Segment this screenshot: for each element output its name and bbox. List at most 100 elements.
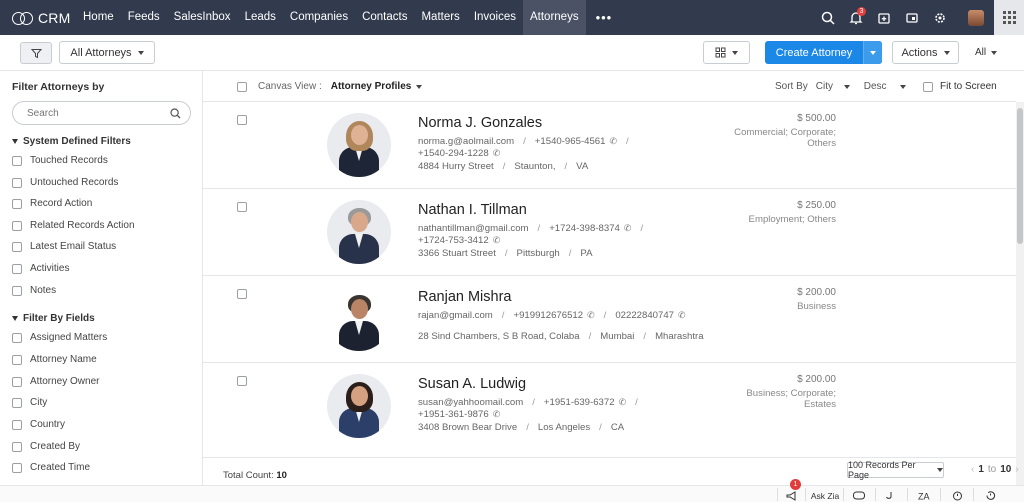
nav-feeds[interactable]: Feeds (121, 0, 167, 35)
record-checkbox[interactable] (237, 289, 247, 299)
filter-attorney-owner[interactable]: Attorney Owner (12, 376, 99, 387)
record-email[interactable]: rajan@gmail.com (418, 310, 493, 321)
checkbox[interactable] (12, 220, 22, 231)
nav-salesinbox[interactable]: SalesInbox (167, 0, 238, 35)
checkbox[interactable] (12, 155, 22, 166)
gear-icon[interactable] (928, 6, 952, 30)
filter-untouched-records[interactable]: Untouched Records (12, 177, 118, 188)
hook-icon[interactable] (884, 489, 898, 502)
record-name[interactable]: Ranjan Mishra (418, 289, 512, 305)
gamepad-icon[interactable] (852, 489, 866, 502)
record-name[interactable]: Norma J. Gonzales (418, 115, 542, 131)
record-checkbox[interactable] (237, 202, 247, 212)
checkbox[interactable] (12, 441, 22, 452)
next-page-icon[interactable]: › (1015, 464, 1018, 475)
sort-order-dropdown[interactable]: Desc (858, 81, 907, 92)
record-email[interactable]: norma.g@aolmail.com (418, 136, 514, 147)
records-scrollbar[interactable] (1016, 102, 1024, 485)
filter-toggle-button[interactable] (20, 42, 52, 64)
record-mobile[interactable]: +1951-361-9876 (418, 409, 489, 420)
filter-touched-records[interactable]: Touched Records (12, 155, 108, 166)
search-icon[interactable] (170, 107, 181, 119)
checkbox[interactable] (12, 263, 22, 274)
checkbox[interactable] (12, 354, 22, 365)
history-icon[interactable] (983, 489, 997, 502)
nav-invoices[interactable]: Invoices (467, 0, 523, 35)
search-icon[interactable] (816, 6, 840, 30)
checkbox[interactable] (12, 198, 22, 209)
view-filter-dropdown[interactable]: All Attorneys (59, 41, 155, 64)
megaphone-icon[interactable] (784, 489, 798, 502)
bell-icon[interactable]: 3 (844, 6, 868, 30)
checkbox[interactable] (923, 81, 933, 92)
brand[interactable]: CRM (0, 10, 76, 26)
app-grid-icon[interactable] (994, 0, 1024, 35)
nav-contacts[interactable]: Contacts (355, 0, 414, 35)
filter-record-action[interactable]: Record Action (12, 198, 92, 209)
record-card[interactable]: Norma J. Gonzales norma.g@aolmail.com / +… (203, 102, 1016, 189)
filter-created-by[interactable]: Created By (12, 441, 80, 452)
filter-attorney-name[interactable]: Attorney Name (12, 354, 97, 365)
record-card[interactable]: Ranjan Mishra rajan@gmail.com / +91991267… (203, 276, 1016, 363)
nav-attorneys[interactable]: Attorneys (523, 0, 586, 35)
filter-related-records-action[interactable]: Related Records Action (12, 220, 135, 231)
nav-companies[interactable]: Companies (283, 0, 355, 35)
record-mobile[interactable]: +1540-294-1228 (418, 148, 489, 159)
window-icon[interactable] (900, 6, 924, 30)
record-phone[interactable]: +1724-398-8374 (549, 223, 620, 234)
nav-home[interactable]: Home (76, 0, 121, 35)
record-email[interactable]: nathantillman@gmail.com (418, 223, 529, 234)
checkbox[interactable] (12, 376, 22, 387)
record-mobile[interactable]: +1724-753-3412 (418, 235, 489, 246)
fit-to-screen-toggle[interactable]: Fit to Screen (923, 81, 997, 92)
prev-page-icon[interactable]: ‹ (971, 464, 974, 475)
checkbox[interactable] (12, 397, 22, 408)
filter-assigned-matters[interactable]: Assigned Matters (12, 332, 107, 343)
checkbox[interactable] (12, 285, 22, 296)
create-attorney-dropdown[interactable] (863, 41, 882, 64)
all-selector[interactable]: All (975, 47, 998, 58)
system-filters-section[interactable]: System Defined Filters (12, 136, 131, 147)
chevron-down-icon[interactable] (416, 84, 423, 89)
checkbox[interactable] (12, 462, 22, 473)
sidebar-search-input[interactable] (27, 107, 167, 119)
field-filters-section[interactable]: Filter By Fields (12, 313, 95, 324)
checkbox[interactable] (12, 241, 22, 252)
nav-leads[interactable]: Leads (238, 0, 283, 35)
record-checkbox[interactable] (237, 115, 247, 125)
actions-button[interactable]: Actions (892, 41, 959, 64)
add-calendar-icon[interactable] (872, 6, 896, 30)
records-per-page-dropdown[interactable]: 100 Records Per Page (847, 460, 944, 480)
filter-latest-email-status[interactable]: Latest Email Status (12, 241, 116, 252)
checkbox[interactable] (12, 177, 22, 188)
scrollbar-thumb[interactable] (1017, 108, 1023, 244)
record-phone[interactable]: +1951-639-6372 (544, 397, 615, 408)
record-phone[interactable]: +1540-965-4561 (535, 136, 606, 147)
user-avatar[interactable] (968, 9, 984, 26)
record-card[interactable]: Nathan I. Tillman nathantillman@gmail.co… (203, 189, 1016, 276)
canvas-view-value[interactable]: Attorney Profiles (331, 81, 412, 92)
checkbox[interactable] (12, 419, 22, 430)
sort-field-dropdown[interactable]: City (816, 81, 851, 92)
filter-notes[interactable]: Notes (12, 285, 56, 296)
record-name[interactable]: Nathan I. Tillman (418, 202, 527, 218)
filter-activities[interactable]: Activities (12, 263, 69, 274)
record-card[interactable]: Susan A. Ludwig susan@yahhoomail.com / +1… (203, 363, 1016, 450)
record-name[interactable]: Susan A. Ludwig (418, 376, 526, 392)
record-checkbox[interactable] (237, 376, 247, 386)
record-landline[interactable]: 02222840747 (615, 310, 674, 321)
alarm-clock-icon[interactable] (950, 489, 964, 502)
checkbox[interactable] (12, 332, 22, 343)
ask-zia-button[interactable]: Ask Zia (810, 489, 840, 502)
nav-more-button[interactable]: ••• (586, 0, 623, 35)
filter-city[interactable]: City (12, 397, 47, 408)
filter-created-time[interactable]: Created Time (12, 462, 90, 473)
view-switcher-button[interactable] (703, 41, 750, 64)
record-email[interactable]: susan@yahhoomail.com (418, 397, 523, 408)
select-all-checkbox[interactable] (237, 81, 247, 92)
record-phone[interactable]: +919912676512 (513, 310, 583, 321)
create-attorney-button[interactable]: Create Attorney (765, 41, 882, 64)
filter-country[interactable]: Country (12, 419, 65, 430)
nav-matters[interactable]: Matters (414, 0, 466, 35)
translate-icon[interactable]: ZA (916, 489, 932, 502)
